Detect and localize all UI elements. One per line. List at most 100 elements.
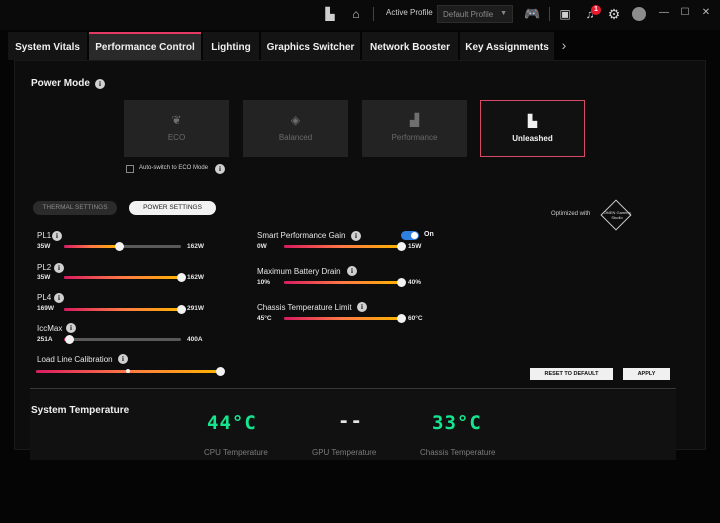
gpu-temperature-value: -- (338, 410, 363, 432)
toggle-knob (411, 232, 418, 239)
slider-fill (284, 317, 401, 320)
gear-icon[interactable]: ⚙ (606, 6, 622, 22)
title-separator (549, 7, 550, 21)
close-icon[interactable]: ✕ (700, 7, 712, 18)
performance-icon: ▟ (409, 113, 420, 127)
pl2-max: 162W (187, 274, 204, 281)
info-icon[interactable]: i (52, 231, 62, 241)
slider-handle[interactable] (114, 242, 124, 251)
omen-badge-text: OMEN Gaming Studio (603, 210, 631, 220)
llc-slider[interactable] (36, 367, 225, 376)
chassis-limit-slider[interactable] (284, 314, 406, 323)
pl2-min: 35W (37, 274, 51, 281)
profile-select-value: Default Profile (443, 10, 494, 19)
slider-handle[interactable] (397, 242, 406, 251)
battery-drain-slider[interactable] (284, 278, 406, 287)
mode-card-performance[interactable]: ▟ Performance (362, 100, 467, 157)
tab-network-booster[interactable]: Network Booster (362, 32, 458, 60)
pl1-max: 162W (187, 243, 204, 250)
title-bar: ▙ ⌂ Active Profile Default Profile ▼ 🎮 ▣… (0, 0, 720, 30)
pl2-slider[interactable] (64, 273, 186, 282)
battery-drain-label: Maximum Battery Drain (257, 267, 341, 276)
pl4-max: 291W (187, 305, 204, 312)
slider-handle[interactable] (177, 273, 186, 282)
pl2-label: PL2 (37, 263, 52, 272)
pl1-slider[interactable] (64, 242, 181, 251)
title-separator (373, 7, 374, 21)
info-icon[interactable]: i (54, 263, 64, 273)
leaf-icon: ❦ (171, 113, 182, 127)
spg-max: 15W (408, 243, 422, 250)
info-icon[interactable]: i (95, 79, 105, 89)
tab-power-settings[interactable]: POWER SETTINGS (129, 201, 216, 215)
tab-lighting[interactable]: Lighting (203, 32, 259, 60)
mode-card-unleashed[interactable]: ▙ Unleashed (480, 100, 585, 157)
pl1-min: 35W (37, 243, 51, 250)
tab-graphics-switcher[interactable]: Graphics Switcher (261, 32, 360, 60)
mode-card-eco[interactable]: ❦ ECO (124, 100, 229, 157)
apply-button[interactable]: APPLY (623, 368, 670, 380)
pl4-slider[interactable] (64, 305, 186, 314)
cpu-temperature-label: CPU Temperature (204, 448, 268, 457)
tab-thermal-settings[interactable]: THERMAL SETTINGS (33, 201, 117, 215)
home-icon[interactable]: ⌂ (348, 6, 364, 22)
reset-to-default-button[interactable]: RESET TO DEFAULT (530, 368, 613, 380)
avatar[interactable] (632, 7, 646, 21)
tab-system-vitals[interactable]: System Vitals (8, 32, 87, 60)
gamepad-icon[interactable]: 🎮 (524, 6, 540, 22)
system-temperature-title: System Temperature (31, 405, 130, 416)
mode-label: Performance (391, 133, 438, 142)
slider-fill (64, 276, 181, 279)
profile-select[interactable]: Default Profile ▼ (437, 5, 513, 23)
chassis-limit-max: 60°C (408, 315, 423, 322)
slider-handle[interactable] (64, 335, 74, 344)
battery-drain-max: 40% (408, 279, 422, 286)
info-icon[interactable]: i (118, 354, 128, 364)
mode-card-balanced[interactable]: ◈ Balanced (243, 100, 348, 157)
slider-handle[interactable] (216, 367, 225, 376)
spg-slider[interactable] (284, 242, 406, 251)
slider-fill (64, 308, 181, 311)
notification-badge: 1 (591, 5, 601, 15)
chassis-temperature-value: 33°C (432, 412, 482, 434)
slider-fill (284, 245, 401, 248)
info-icon[interactable]: i (347, 266, 357, 276)
spg-label: Smart Performance Gain (257, 231, 346, 240)
info-icon[interactable]: i (215, 164, 225, 174)
auto-switch-checkbox[interactable] (126, 165, 134, 173)
chevron-right-icon[interactable]: › (556, 32, 572, 60)
iccmax-slider[interactable] (64, 335, 181, 344)
spg-toggle[interactable] (401, 231, 419, 240)
chassis-limit-min: 45°C (257, 315, 272, 322)
mode-label: Balanced (278, 133, 313, 142)
balanced-icon: ◈ (290, 113, 301, 127)
pl4-min: 169W (37, 305, 54, 312)
active-profile-label: Active Profile (386, 8, 433, 17)
slider-handle[interactable] (177, 305, 186, 314)
auto-switch-label: Auto-switch to ECO Mode (139, 165, 209, 171)
info-icon[interactable]: i (357, 302, 367, 312)
info-icon[interactable]: i (54, 293, 64, 303)
cpu-temperature-value: 44°C (207, 412, 257, 434)
screen-share-icon[interactable]: ▣ (557, 6, 573, 22)
slider-step (126, 369, 130, 373)
gpu-temperature-label: GPU Temperature (312, 448, 377, 457)
mode-label: ECO (167, 133, 186, 142)
mode-label: Unleashed (512, 134, 553, 143)
pl4-label: PL4 (37, 293, 52, 302)
tab-key-assignments[interactable]: Key Assignments (460, 32, 554, 60)
slider-fill (284, 281, 401, 284)
minimize-icon[interactable]: — (658, 7, 670, 18)
app-logo-icon: ▙ (325, 7, 335, 21)
pl1-label: PL1 (37, 231, 52, 240)
slider-fill (64, 245, 119, 248)
spg-toggle-label: On (424, 231, 434, 238)
maximize-icon[interactable]: ☐ (679, 7, 691, 18)
slider-handle[interactable] (397, 314, 406, 323)
tab-performance-control[interactable]: Performance Control (89, 32, 201, 60)
info-icon[interactable]: i (66, 323, 76, 333)
slider-handle[interactable] (397, 278, 406, 287)
llc-label: Load Line Calibration (37, 355, 113, 364)
unleashed-icon: ▙ (527, 114, 538, 128)
info-icon[interactable]: i (351, 231, 361, 241)
